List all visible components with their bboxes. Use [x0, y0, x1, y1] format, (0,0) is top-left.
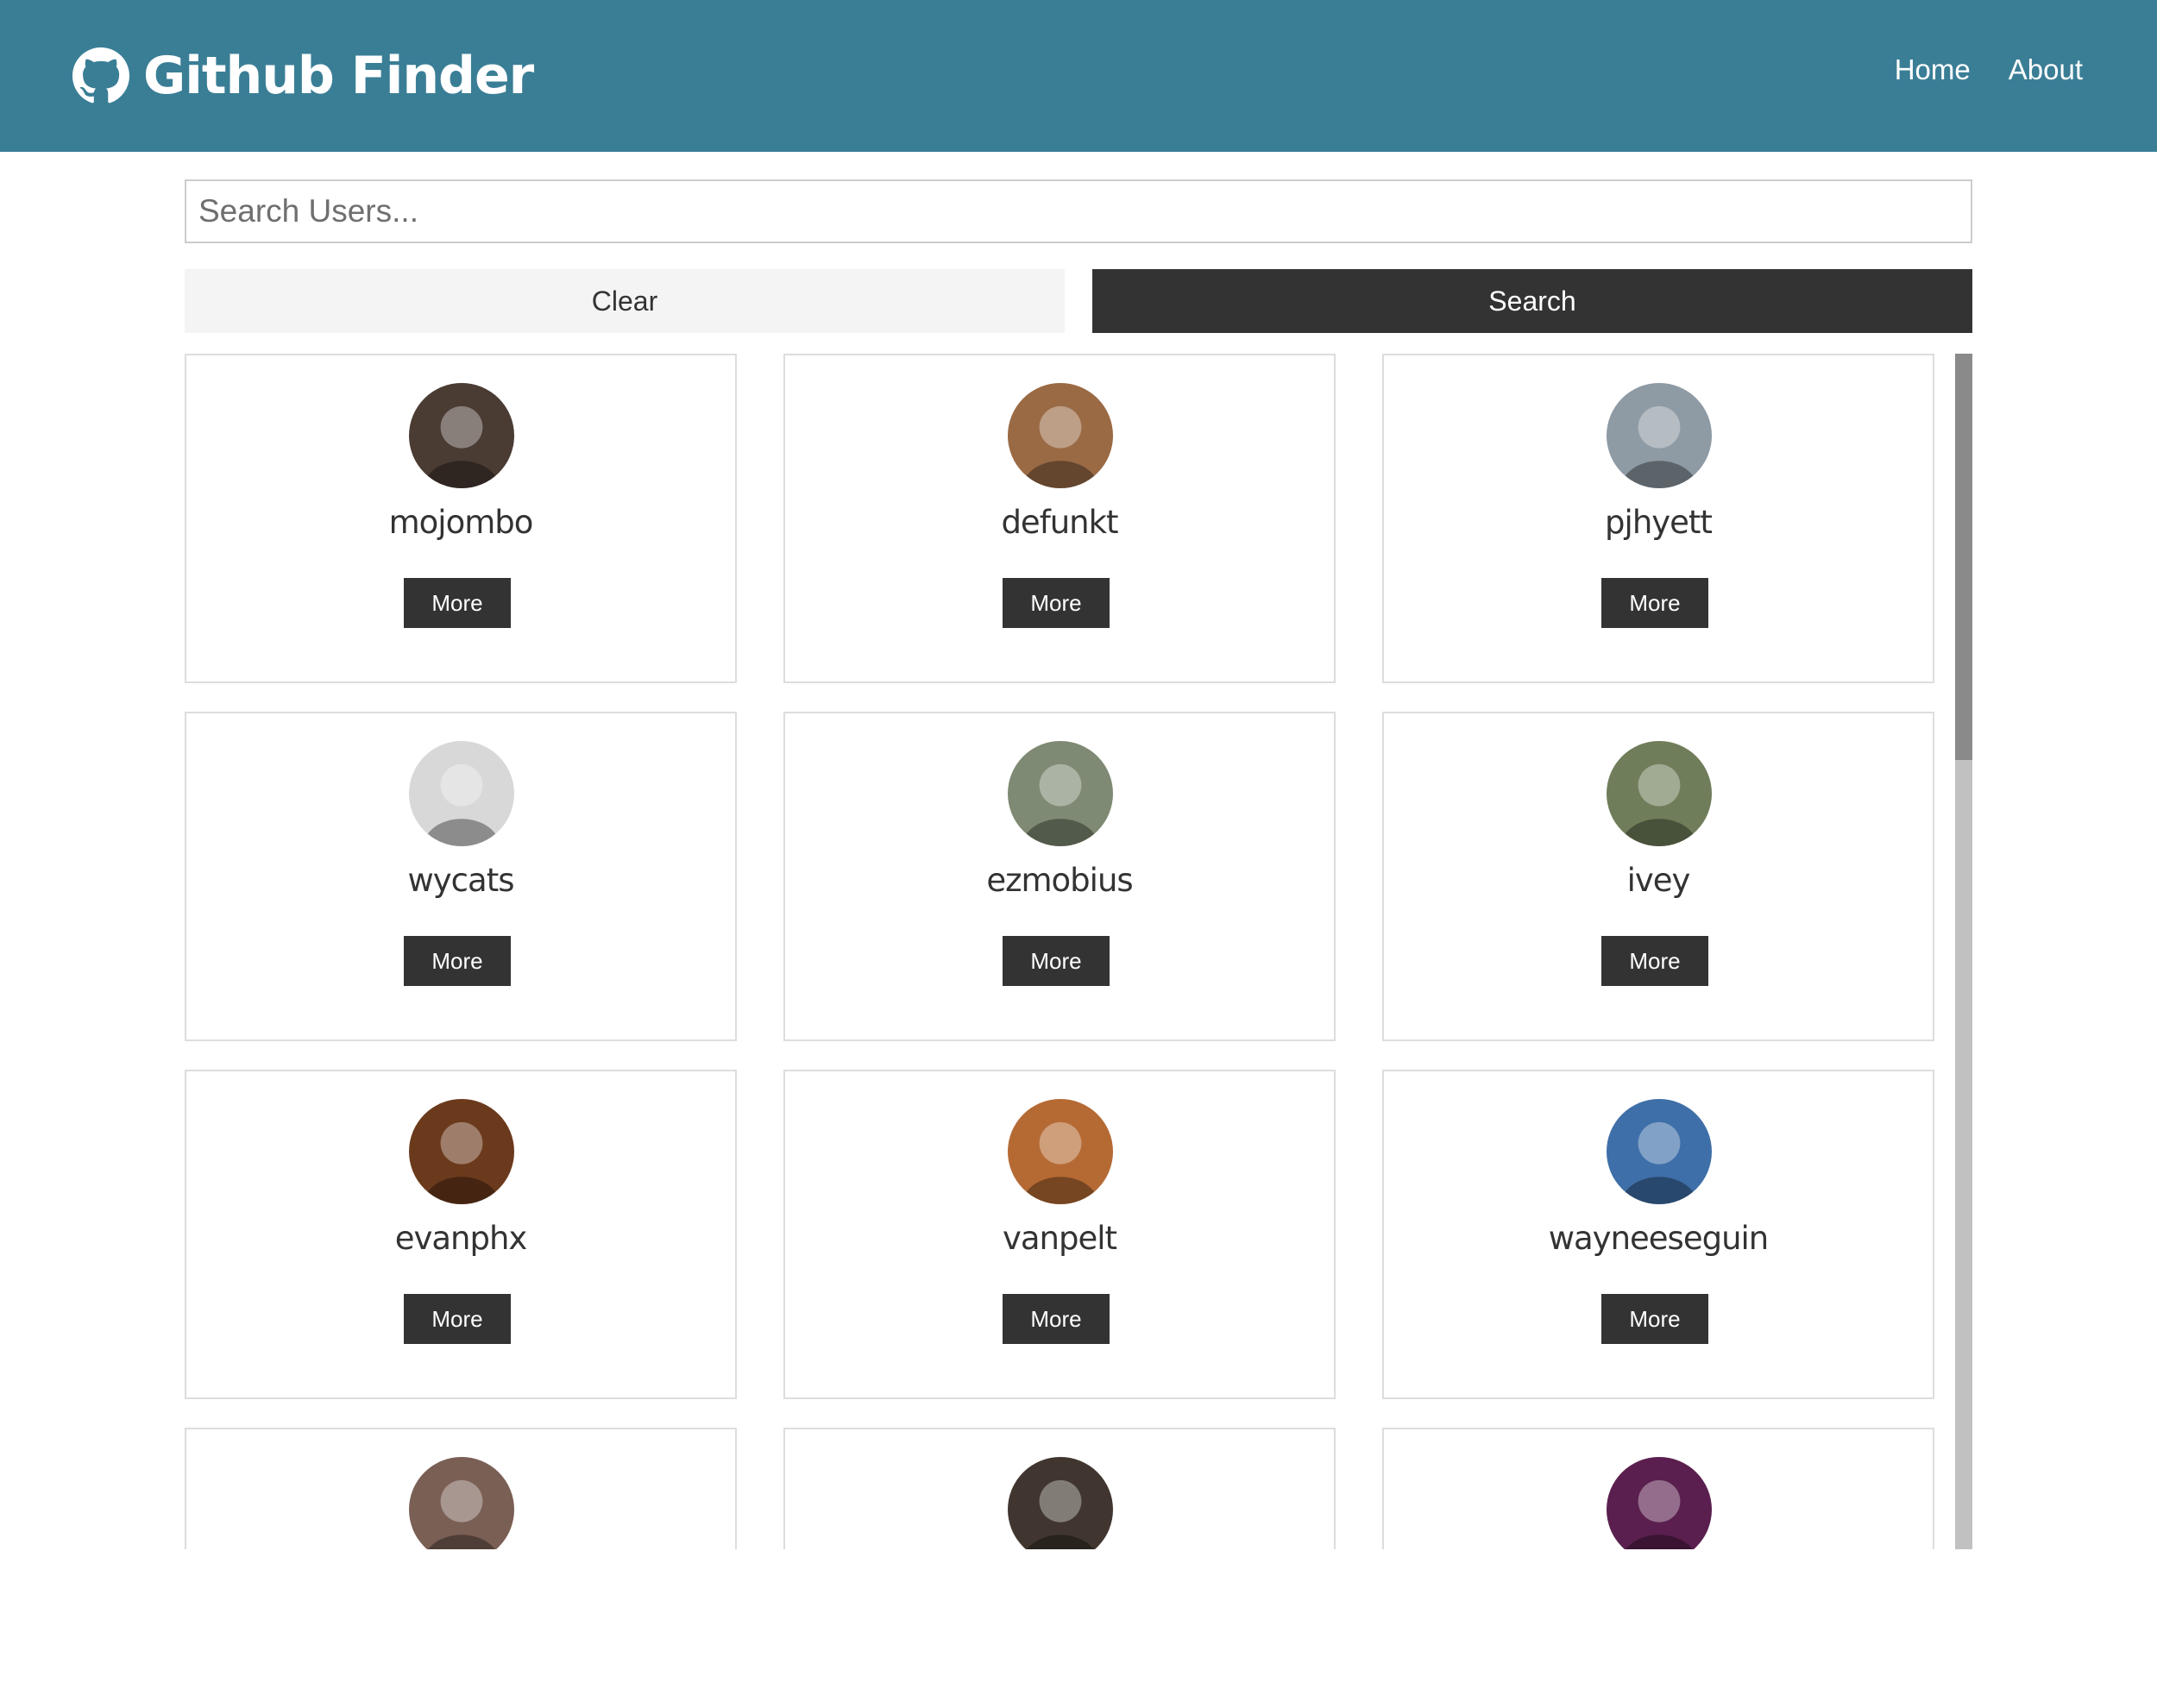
nav-links: Home About [1895, 53, 2083, 86]
user-card: mojombo More [185, 354, 737, 683]
user-card: vanpelt More [783, 1070, 1336, 1399]
user-card: wayneeseguin More [1382, 1070, 1934, 1399]
user-card [185, 1428, 737, 1549]
user-card [783, 1428, 1336, 1549]
username: mojombo [388, 504, 534, 541]
avatar [1008, 741, 1113, 846]
user-card: ivey More [1382, 712, 1934, 1041]
user-avatar-icon [1008, 383, 1113, 488]
avatar [1008, 383, 1113, 488]
navbar: Github Finder Home About [0, 0, 2157, 152]
search-input[interactable] [185, 179, 1972, 243]
user-avatar-icon [409, 1457, 514, 1549]
user-card: defunkt More [783, 354, 1336, 683]
brand[interactable]: Github Finder [72, 41, 534, 110]
user-avatar-icon [1008, 741, 1113, 846]
username: ivey [1626, 862, 1691, 899]
scrollbar[interactable] [1955, 354, 1972, 1549]
avatar [1607, 383, 1712, 488]
more-button[interactable]: More [404, 1294, 511, 1344]
nav-link-about[interactable]: About [2009, 53, 2083, 86]
username: wayneeseguin [1548, 1220, 1770, 1257]
users-list: mojombo More defunkt More pjhyett More wycats M… [185, 354, 1972, 1549]
scrollbar-thumb[interactable] [1955, 354, 1972, 760]
user-card: ezmobius More [783, 712, 1336, 1041]
username: wycats [407, 862, 515, 899]
user-card: pjhyett More [1382, 354, 1934, 683]
more-button[interactable]: More [1601, 936, 1708, 986]
user-avatar-icon [409, 1099, 514, 1204]
user-card: wycats More [185, 712, 737, 1041]
user-avatar-icon [1607, 383, 1712, 488]
avatar [1607, 1099, 1712, 1204]
avatar [1607, 741, 1712, 846]
avatar [409, 1457, 514, 1549]
user-card [1382, 1428, 1934, 1549]
app-title: Github Finder [143, 46, 534, 106]
username: defunkt [1001, 504, 1118, 541]
more-button[interactable]: More [404, 936, 511, 986]
more-button[interactable]: More [404, 578, 511, 628]
avatar [1008, 1099, 1113, 1204]
user-avatar-icon [1607, 741, 1712, 846]
github-icon [72, 47, 129, 104]
user-avatar-icon [1607, 1099, 1712, 1204]
avatar [409, 741, 514, 846]
username: evanphx [394, 1220, 528, 1257]
avatar [1008, 1457, 1113, 1549]
users-grid: mojombo More defunkt More pjhyett More wycats M… [185, 354, 1934, 1549]
more-button[interactable]: More [1003, 578, 1110, 628]
more-button[interactable]: More [1601, 578, 1708, 628]
search-button[interactable]: Search [1092, 269, 1972, 333]
username: vanpelt [1002, 1220, 1117, 1257]
username: pjhyett [1605, 504, 1713, 541]
username: ezmobius [986, 862, 1133, 899]
nav-link-home[interactable]: Home [1895, 53, 1971, 86]
avatar [409, 1099, 514, 1204]
user-avatar-icon [409, 741, 514, 846]
more-button[interactable]: More [1003, 1294, 1110, 1344]
clear-button[interactable]: Clear [185, 269, 1065, 333]
more-button[interactable]: More [1601, 1294, 1708, 1344]
user-avatar-icon [1008, 1099, 1113, 1204]
user-avatar-icon [409, 383, 514, 488]
user-avatar-icon [1008, 1457, 1113, 1549]
user-card: evanphx More [185, 1070, 737, 1399]
avatar [1607, 1457, 1712, 1549]
avatar [409, 383, 514, 488]
more-button[interactable]: More [1003, 936, 1110, 986]
user-avatar-icon [1607, 1457, 1712, 1549]
